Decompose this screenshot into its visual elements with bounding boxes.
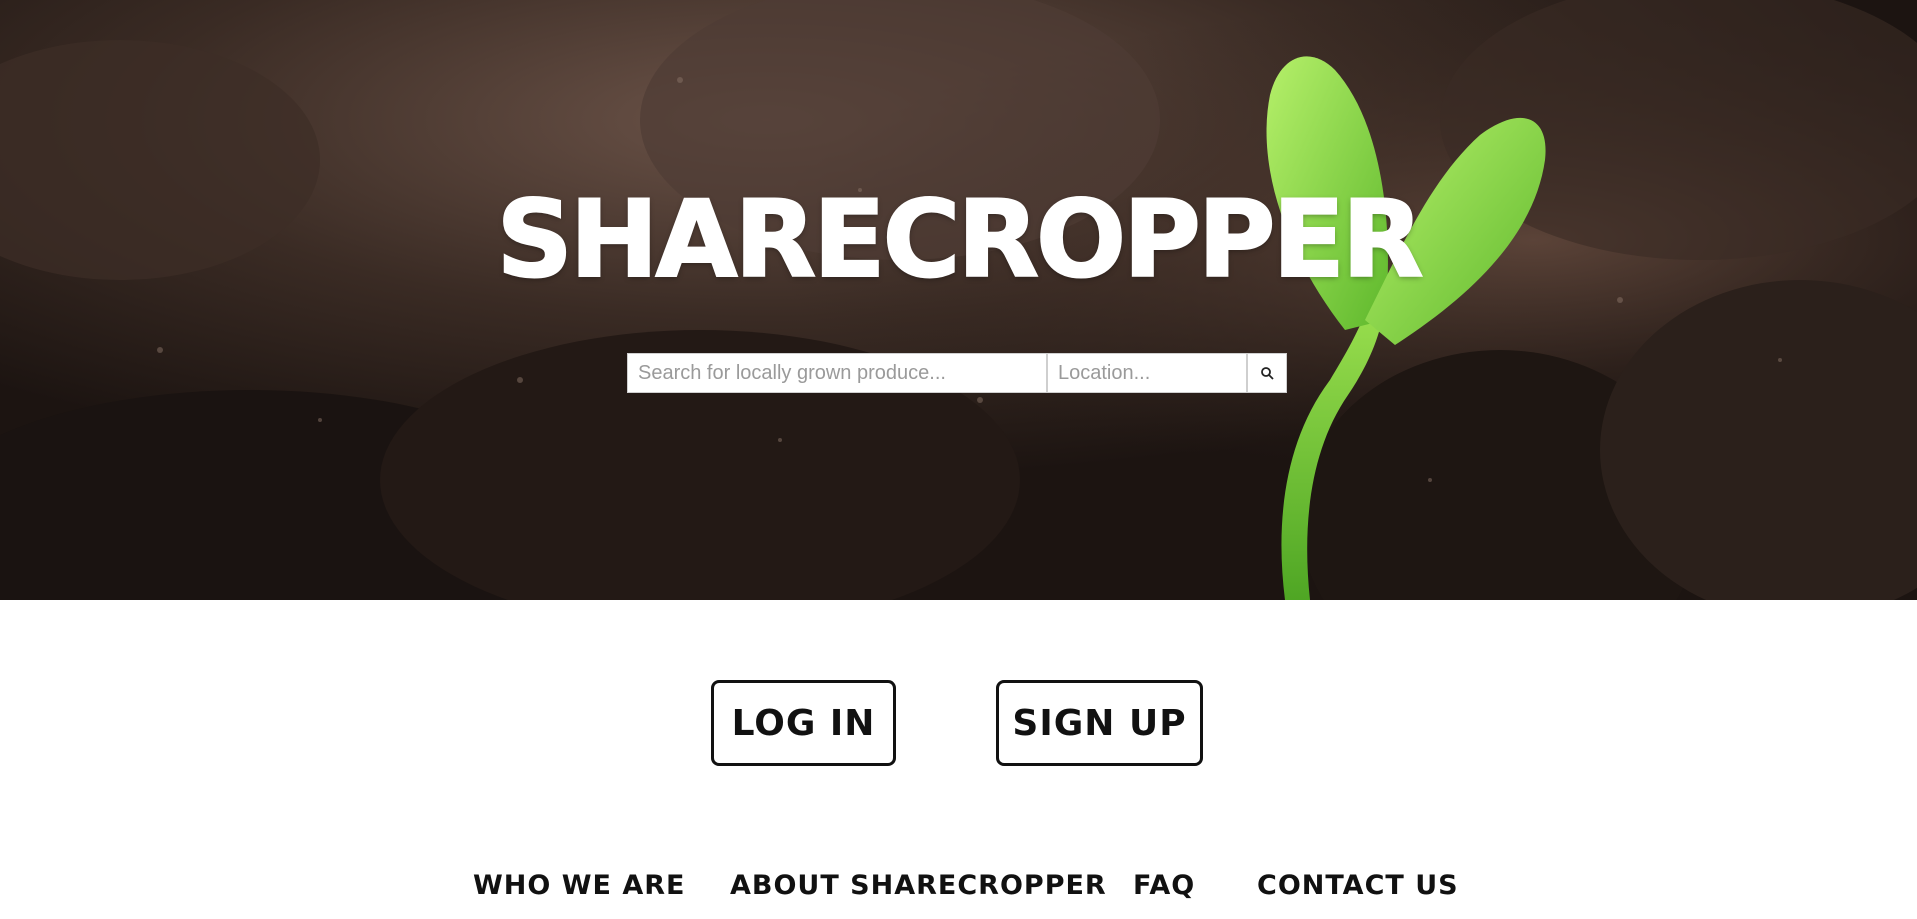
signup-button[interactable]: SIGN UP (996, 680, 1203, 766)
search-button[interactable] (1247, 353, 1287, 393)
hero-banner: SHARECROPPER (0, 0, 1917, 600)
site-logo-title: SHARECROPPER (495, 178, 1424, 301)
search-bar (627, 353, 1287, 393)
nav-link-about-sharecropper[interactable]: ABOUT SHARECROPPER (730, 870, 1107, 901)
login-button[interactable]: LOG IN (711, 680, 896, 766)
produce-search-input[interactable] (627, 353, 1047, 393)
auth-buttons: LOG IN SIGN UP (0, 680, 1917, 766)
search-icon (1261, 367, 1274, 380)
location-input[interactable] (1047, 353, 1247, 393)
footer-nav: WHO WE ARE ABOUT SHARECROPPER FAQ CONTAC… (0, 870, 1917, 910)
nav-link-faq[interactable]: FAQ (1133, 870, 1195, 901)
nav-link-who-we-are[interactable]: WHO WE ARE (473, 870, 686, 901)
nav-link-contact-us[interactable]: CONTACT US (1257, 870, 1459, 901)
